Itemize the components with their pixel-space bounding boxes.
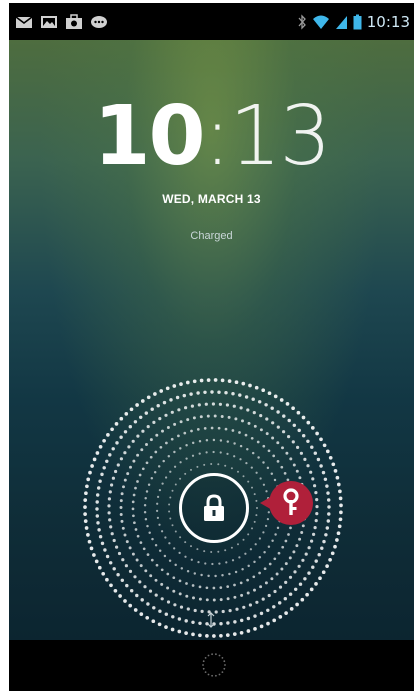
bluetooth-icon <box>297 14 307 30</box>
notification-icons <box>15 13 108 31</box>
lock-date: WED, MARCH 13 <box>162 192 261 206</box>
battery-icon <box>353 14 362 30</box>
charge-status: Charged <box>190 230 233 242</box>
clock-hours: 10 <box>93 89 205 184</box>
system-icons: 10:13 <box>297 13 410 31</box>
clock-minutes: 13 <box>229 89 331 184</box>
navigation-bar <box>9 640 414 691</box>
gallery-icon <box>40 14 58 30</box>
drag-hint-icon <box>207 612 215 628</box>
phone-screen: 10:13 10:13 WED, MARCH 13 Charged <box>9 3 414 691</box>
lock-clock: 10:13 <box>9 92 414 182</box>
lock-handle[interactable] <box>179 473 249 543</box>
wifi-icon <box>312 14 330 30</box>
unlock-target[interactable] <box>260 476 314 530</box>
cell-signal-icon <box>335 14 348 30</box>
key-icon <box>260 481 313 525</box>
clock-separator: : <box>203 89 232 184</box>
status-time: 10:13 <box>366 13 410 31</box>
email-icon <box>15 14 33 30</box>
padlock-icon <box>204 494 224 521</box>
chat-icon <box>90 14 108 30</box>
home-ring-icon[interactable] <box>201 652 227 678</box>
lockscreen: 10:13 WED, MARCH 13 Charged <box>9 40 414 640</box>
status-bar: 10:13 <box>9 3 414 40</box>
camera-shop-icon <box>65 14 83 30</box>
